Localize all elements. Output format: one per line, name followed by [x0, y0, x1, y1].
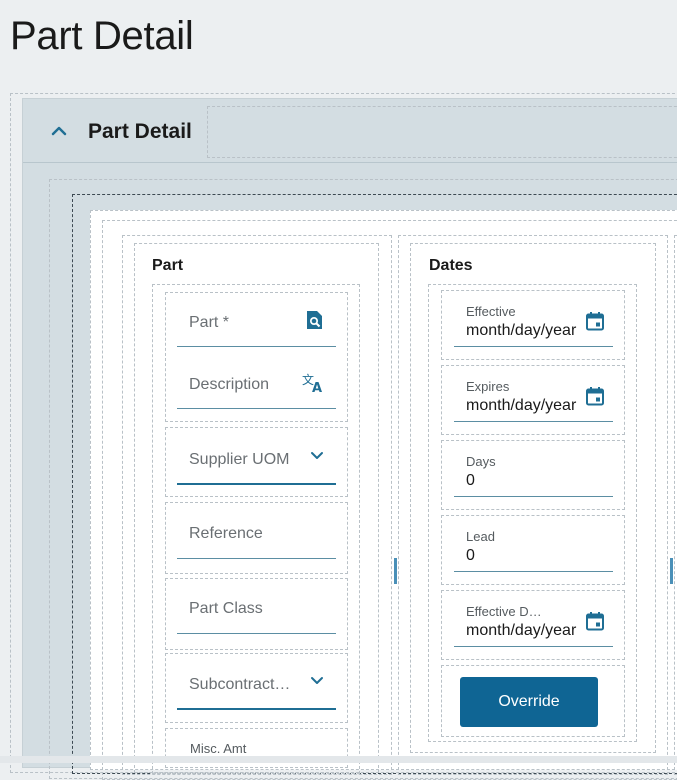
- effective-d-value: month/day/year: [466, 622, 577, 639]
- days-field[interactable]: Days 0: [454, 447, 613, 497]
- supplier-uom-select[interactable]: Supplier UOM: [177, 436, 336, 485]
- calendar-icon[interactable]: [585, 311, 605, 331]
- part-group-title: Part: [152, 257, 184, 274]
- chevron-up-icon[interactable]: [49, 121, 69, 141]
- bottom-edge: [0, 756, 677, 763]
- part-search-icon[interactable]: [304, 310, 324, 330]
- calendar-icon[interactable]: [585, 611, 605, 631]
- effective-date-field[interactable]: Effective month/day/year: [454, 297, 613, 347]
- lead-field[interactable]: Lead 0: [454, 522, 613, 572]
- part-placeholder: Part *: [189, 314, 230, 331]
- effective-d-date-field[interactable]: Effective D… month/day/year: [454, 597, 613, 647]
- misc-amt-label: Misc. Amt: [190, 741, 247, 756]
- dates-group-title: Dates: [429, 257, 473, 274]
- column-splitter[interactable]: [394, 558, 397, 584]
- days-value: 0: [466, 472, 475, 489]
- days-label: Days: [466, 454, 496, 469]
- panel-header-slot: [207, 106, 677, 158]
- svg-text:A: A: [312, 381, 322, 394]
- subcontract-select[interactable]: Subcontract…: [177, 661, 336, 710]
- expires-date-field[interactable]: Expires month/day/year: [454, 372, 613, 422]
- expires-value: month/day/year: [466, 397, 577, 414]
- expires-label: Expires: [466, 379, 510, 394]
- chevron-down-icon[interactable]: [309, 448, 325, 464]
- part-field[interactable]: Part *: [177, 300, 336, 347]
- chevron-down-icon[interactable]: [309, 673, 325, 689]
- effective-label: Effective: [466, 304, 516, 319]
- lead-label: Lead: [466, 529, 495, 544]
- lead-value: 0: [466, 547, 475, 564]
- column-splitter[interactable]: [670, 558, 673, 584]
- subcontract-placeholder: Subcontract…: [189, 676, 291, 693]
- reference-placeholder: Reference: [189, 525, 263, 542]
- panel-title: Part Detail: [88, 120, 192, 143]
- effective-value: month/day/year: [466, 322, 577, 339]
- calendar-icon[interactable]: [585, 386, 605, 406]
- override-button[interactable]: Override: [460, 677, 598, 727]
- part-class-field[interactable]: Part Class: [177, 587, 336, 634]
- description-field[interactable]: Description 文 A: [177, 362, 336, 409]
- panel-header[interactable]: Part Detail: [23, 99, 677, 163]
- supplier-uom-placeholder: Supplier UOM: [189, 451, 290, 468]
- part-class-placeholder: Part Class: [189, 600, 263, 617]
- reference-field[interactable]: Reference: [177, 512, 336, 559]
- translate-icon[interactable]: 文 A: [302, 372, 326, 394]
- description-placeholder: Description: [189, 376, 270, 393]
- page-title: Part Detail: [10, 14, 194, 58]
- effective-d-label: Effective D…: [466, 604, 542, 619]
